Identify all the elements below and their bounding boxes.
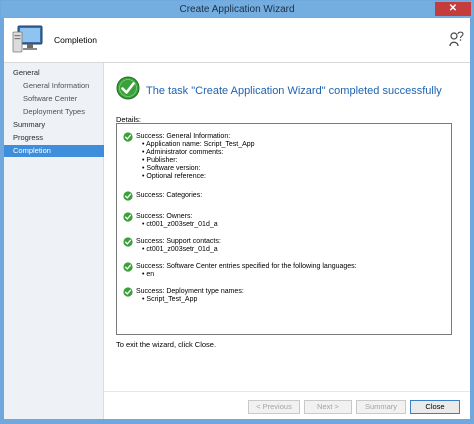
entry-detail: • Script_Test_App — [142, 296, 198, 303]
close-button[interactable]: Close — [410, 400, 460, 414]
sidebar-item-general[interactable]: General — [4, 67, 104, 79]
entry-detail: • en — [142, 271, 155, 278]
wizard-sidebar: General General Information Software Cen… — [4, 63, 104, 419]
check-circle-icon — [123, 287, 133, 297]
exit-instructions: To exit the wizard, click Close. — [116, 340, 217, 349]
completion-headline: The task "Create Application Wizard" com… — [146, 85, 442, 97]
check-circle-icon — [123, 132, 133, 142]
sidebar-item-completion[interactable]: Completion — [4, 145, 104, 157]
entry-title: Success: Categories: — [136, 192, 203, 199]
check-circle-icon — [123, 191, 133, 201]
sidebar-item-summary[interactable]: Summary — [4, 119, 104, 131]
wizard-window: Create Application Wizard ✕ Completion G… — [0, 0, 474, 424]
footer-divider — [104, 391, 470, 392]
entry-detail: • Software version: — [142, 165, 201, 172]
close-window-button[interactable]: ✕ — [435, 2, 471, 16]
entry-detail: • Publisher: — [142, 157, 178, 164]
check-circle-icon — [116, 76, 140, 100]
summary-button[interactable]: Summary — [356, 400, 406, 414]
wizard-content: The task "Create Application Wizard" com… — [104, 63, 470, 419]
previous-button[interactable]: < Previous — [248, 400, 300, 414]
entry-detail: • ct001_z003setr_01d_a — [142, 246, 218, 253]
entry-detail: • ct001_z003setr_01d_a — [142, 221, 218, 228]
check-circle-icon — [123, 212, 133, 222]
wizard-header: Completion — [4, 18, 470, 63]
next-button[interactable]: Next > — [304, 400, 352, 414]
entry-detail: • Administrator comments: — [142, 149, 224, 156]
entry-title: Success: Software Center entries specifi… — [136, 263, 357, 270]
entry-detail: • Application name: Script_Test_App — [142, 141, 255, 148]
title-bar: Create Application Wizard ✕ — [1, 1, 473, 18]
entry-detail: • Optional reference: — [142, 173, 206, 180]
sidebar-item-general-information[interactable]: General Information — [4, 80, 104, 92]
entry-title: Success: Owners: — [136, 213, 193, 220]
sidebar-item-progress[interactable]: Progress — [4, 132, 104, 144]
entry-title: Success: Support contacts: — [136, 238, 221, 245]
page-title: Completion — [54, 35, 97, 45]
entry-title: Success: Deployment type names: — [136, 288, 244, 295]
computer-icon — [12, 25, 43, 53]
help-icon[interactable] — [448, 30, 464, 48]
sidebar-item-software-center[interactable]: Software Center — [4, 93, 104, 105]
sidebar-item-deployment-types[interactable]: Deployment Types — [4, 106, 104, 118]
window-title: Create Application Wizard — [179, 4, 295, 15]
check-circle-icon — [123, 237, 133, 247]
check-circle-icon — [123, 262, 133, 272]
details-box[interactable]: Success: General Information: • Applicat… — [116, 123, 452, 335]
entry-title: Success: General Information: — [136, 133, 231, 140]
